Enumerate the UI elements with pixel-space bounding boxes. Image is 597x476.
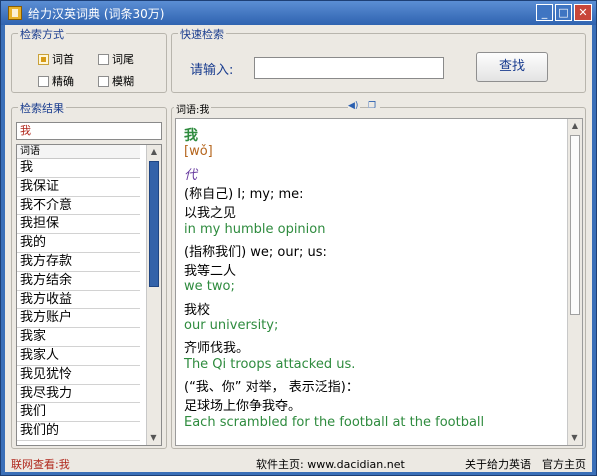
option-label: 模糊	[112, 75, 134, 88]
list-item[interactable]: 我方结余	[17, 272, 140, 291]
list-item[interactable]: 我不介意	[17, 197, 140, 216]
about-link[interactable]: 关于给力英语	[465, 456, 531, 472]
option-label: 词尾	[112, 53, 134, 66]
checkbox-icon[interactable]	[38, 75, 49, 87]
list-item[interactable]: 我尽我力	[17, 385, 140, 404]
definition-label: 词语:我	[174, 101, 212, 116]
results-list[interactable]: 词语 我我保证 我不介意 我担保 我的 我方存款 我方结余 我方收益 我方账户 我家 我家人 我见犹…	[16, 144, 162, 446]
scroll-down-icon[interactable]: ▼	[568, 431, 581, 445]
definition-line: our university;	[184, 318, 279, 333]
speaker-icon[interactable]: ◀)	[348, 101, 360, 111]
list-item[interactable]: 我方收益	[17, 291, 140, 310]
list-item[interactable]: 我们	[17, 403, 140, 423]
results-scrollbar[interactable]: ▲ ▼	[146, 145, 161, 445]
checkbox-icon[interactable]	[98, 75, 109, 87]
copy-icon[interactable]: ❐	[368, 101, 380, 111]
option-label: 词首	[52, 53, 74, 66]
definition-line: 齐师伐我。	[184, 341, 250, 357]
online-lookup-link[interactable]: 联网查看:我	[11, 456, 70, 472]
window-title: 给力汉英词典 (词条30万)	[28, 6, 165, 21]
list-item[interactable]: 我家	[17, 328, 140, 347]
maximize-button[interactable]: □	[555, 4, 572, 21]
official-site-link[interactable]: 官方主页	[542, 456, 586, 472]
results-group: 检索结果 我 词语 我我保证 我不介意 我担保 我的 我方存款 我方结余 我方收益 我方账户我…	[11, 100, 167, 449]
search-mode-group: 检索方式 词首 词尾 精确 模糊	[11, 26, 167, 93]
definition-line: The Qi troops attacked us.	[184, 356, 356, 372]
list-item[interactable]: 我见犹怜	[17, 366, 140, 385]
definition-line: 代	[184, 167, 198, 183]
column-header[interactable]: 词语	[17, 145, 140, 159]
list-item[interactable]: 我方账户	[17, 309, 140, 329]
results-query-field[interactable]: 我	[16, 122, 162, 140]
option-exact[interactable]: 精确	[38, 73, 74, 89]
definition-line: in my humble opinion	[184, 221, 326, 237]
definition-scrollbar[interactable]: ▲ ▼	[567, 119, 582, 445]
app-window: 给力汉英词典 (词条30万) _ □ ✕ 检索方式 词首 词尾 精确 模糊 快速…	[0, 0, 597, 476]
client-area: 检索方式 词首 词尾 精确 模糊 快速检索 请输入: 查找 检索结果 我 词语 …	[5, 25, 592, 472]
scroll-thumb[interactable]	[149, 161, 159, 287]
quick-search-legend: 快速检索	[178, 26, 226, 42]
option-fuzzy[interactable]: 模糊	[98, 73, 134, 89]
title-bar[interactable]: 给力汉英词典 (词条30万) _ □ ✕	[1, 1, 596, 25]
list-item[interactable]: 我家人	[17, 347, 140, 366]
list-item[interactable]: 我担保	[17, 215, 140, 235]
definition-group: 词语:我 ◀) ❐ 我 [wǒ] 代 (称自己) I; my; me: 以我之见 in…	[171, 101, 586, 449]
status-bar: 联网查看:我 软件主页: www.dacidian.net 关于给力英语 官方主…	[9, 455, 588, 471]
definition-line: (称自己) I; my; me:	[184, 186, 304, 202]
definition-line: Each scrambled for the football at the f…	[184, 414, 485, 430]
option-prefix[interactable]: 词首	[38, 51, 74, 67]
scroll-up-icon[interactable]: ▲	[568, 119, 582, 133]
checkbox-icon[interactable]	[98, 53, 109, 65]
checkbox-icon[interactable]	[38, 53, 49, 65]
homepage-link[interactable]: 软件主页: www.dacidian.net	[256, 456, 405, 472]
definition-line: (“我、你” 对举， 表示泛指)：	[184, 379, 359, 395]
option-suffix[interactable]: 词尾	[98, 51, 134, 67]
search-input[interactable]	[254, 57, 444, 79]
definition-line: 我等二人	[184, 264, 237, 280]
definition-line: 以我之见	[184, 206, 237, 222]
definition-line: [wǒ]	[184, 144, 213, 160]
option-label: 精确	[52, 75, 74, 88]
definition-line: 我校	[184, 302, 211, 318]
list-item[interactable]: 我的	[17, 234, 140, 253]
scroll-up-icon[interactable]: ▲	[147, 145, 161, 159]
quick-search-group: 快速检索 请输入: 查找	[171, 26, 586, 93]
definition-line: 我	[184, 128, 198, 144]
definition-line: 足球场上你争我夺。	[184, 399, 302, 415]
definition-line: we two;	[184, 279, 235, 295]
search-label: 请输入:	[190, 63, 234, 78]
app-icon	[8, 6, 22, 20]
results-legend: 检索结果	[18, 100, 66, 116]
list-item[interactable]: 我方存款	[17, 253, 140, 272]
scroll-thumb[interactable]	[570, 135, 580, 315]
scroll-down-icon[interactable]: ▼	[147, 431, 160, 445]
minimize-button[interactable]: _	[536, 4, 553, 21]
list-item[interactable]: 我保证	[17, 178, 140, 197]
definition-label-word: 我	[199, 105, 210, 116]
list-item[interactable]: 我们的	[17, 422, 140, 441]
definition-line: (指称我们) we; our; us:	[184, 244, 327, 260]
list-item[interactable]: 我	[17, 159, 140, 178]
close-button[interactable]: ✕	[574, 4, 592, 21]
definition-text[interactable]: 我 [wǒ] 代 (称自己) I; my; me: 以我之见 in my humble…	[175, 118, 583, 446]
definition-label-text: 词语	[176, 105, 196, 116]
find-button[interactable]: 查找	[476, 52, 548, 82]
search-mode-legend: 检索方式	[18, 26, 66, 42]
